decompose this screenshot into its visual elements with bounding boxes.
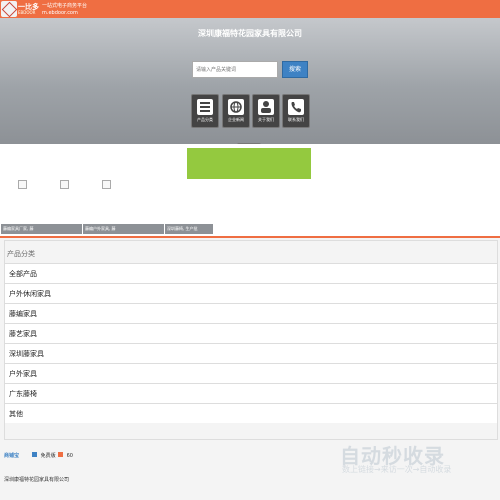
globe-icon (228, 99, 244, 115)
banner[interactable] (187, 148, 311, 179)
tags-bar: 藤编家具厂家, 藤 藤编户外家具, 藤 深圳藤椅, 生产批 (0, 224, 500, 234)
thumbnail-3[interactable] (102, 180, 111, 189)
hero: 深圳康福特花园家具有限公司 搜索 产品分类 企业新闻 (0, 18, 500, 147)
nav-label: 联系我们 (288, 117, 304, 122)
footer-company: 深圳康福特花园家具有限公司 (4, 477, 70, 483)
slogan: 一站式电子商务平台 (42, 3, 88, 9)
category-section: 产品分类 全部产品 户外休闲家具 藤编家具 藤艺家具 深圳藤家具 户外家具 广东… (4, 240, 498, 440)
category-item-all[interactable]: 全部产品 (5, 263, 497, 283)
category-item-guangdong-chair[interactable]: 广东藤椅 (5, 383, 497, 403)
free-version-badge: 免费版 (32, 450, 56, 462)
top-bar: 一比多 EBDOOR 一站式电子商务平台 m.ebdoor.com (0, 0, 500, 18)
ebdoor-logo[interactable] (1, 1, 18, 18)
user-icon (258, 99, 274, 115)
footer-brand[interactable]: 商铺宝 (4, 450, 19, 462)
score-icon (58, 452, 63, 457)
cube-icon (1, 1, 18, 18)
search-button[interactable]: 搜索 (282, 61, 308, 78)
nav-about[interactable]: 关于我们 (252, 94, 280, 128)
tag-3[interactable]: 深圳藤椅, 生产批 (165, 224, 213, 234)
logo-sub: EBDOOR (18, 10, 36, 15)
category-item-outdoor[interactable]: 户外家具 (5, 363, 497, 383)
score-badge: 60 (58, 450, 73, 462)
free-icon (32, 452, 37, 457)
category-item-rattan-art[interactable]: 藤艺家具 (5, 323, 497, 343)
category-item-other[interactable]: 其他 (5, 403, 497, 423)
nav-label: 产品分类 (197, 117, 213, 122)
thumbnail-2[interactable] (60, 180, 69, 189)
nav-contact[interactable]: 联系我们 (282, 94, 310, 128)
nav-products[interactable]: 产品分类 (191, 94, 219, 128)
company-title: 深圳康福特花园家具有限公司 (198, 29, 302, 38)
nav-news[interactable]: 企业新闻 (222, 94, 250, 128)
category-list: 全部产品 户外休闲家具 藤编家具 藤艺家具 深圳藤家具 户外家具 广东藤椅 其他 (5, 263, 497, 423)
divider (0, 236, 500, 238)
thumbnail-1[interactable] (18, 180, 27, 189)
score-value: 60 (66, 453, 73, 459)
category-item-shenzhen-rattan[interactable]: 深圳藤家具 (5, 343, 497, 363)
phone-icon (288, 99, 304, 115)
list-icon (197, 99, 213, 115)
free-label: 免费版 (40, 453, 56, 459)
tag-1[interactable]: 藤编家具厂家, 藤 (1, 224, 82, 234)
tag-2[interactable]: 藤编户外家具, 藤 (83, 224, 164, 234)
category-item-rattan[interactable]: 藤编家具 (5, 303, 497, 323)
watermark: 自动秒收录 数上链接→来访一次→自动收录 (332, 430, 500, 500)
domain: m.ebdoor.com (42, 10, 78, 16)
nav-label: 关于我们 (258, 117, 274, 122)
category-title: 产品分类 (7, 250, 35, 258)
search-input[interactable] (192, 61, 278, 78)
category-item-outdoor-leisure[interactable]: 户外休闲家具 (5, 283, 497, 303)
watermark-sub: 数上链接→来访一次→自动收录 (342, 465, 452, 474)
nav-label: 企业新闻 (228, 117, 244, 122)
